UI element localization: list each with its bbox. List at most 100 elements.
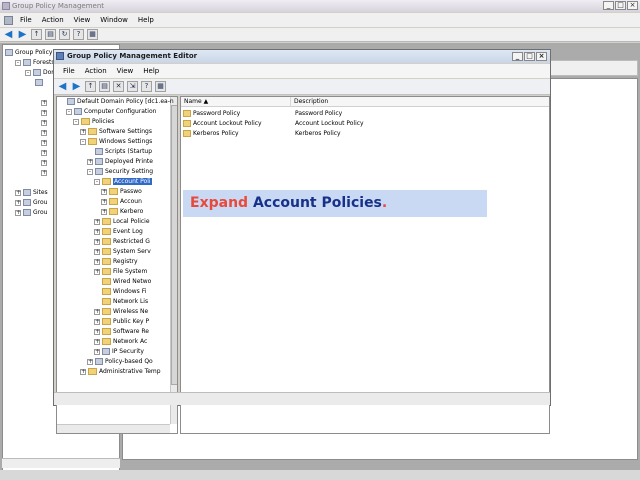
delete-icon[interactable]: ✕ [113,81,124,92]
editor-up-folder-icon[interactable]: ↑ [85,81,96,92]
expand-icon[interactable]: + [41,100,47,106]
expand-icon[interactable]: + [41,130,47,136]
expand-icon[interactable]: + [80,128,86,135]
tree-item[interactable]: - Security Setting [87,167,153,177]
column-header-name[interactable]: Name ▲ [181,97,291,107]
tree-item[interactable]: + Public Key P [94,317,149,327]
collapse-icon[interactable]: - [66,108,72,115]
outer-tree-item[interactable]: + Grou [15,208,47,218]
expand-icon[interactable]: + [94,318,100,325]
tree-item[interactable]: + Policy-based Qo [87,357,153,367]
tree-vertical-scrollbar[interactable] [170,97,177,424]
expand-icon[interactable]: + [94,228,100,235]
expand-icon[interactable]: + [94,328,100,335]
expand-icon[interactable]: + [94,268,100,275]
tree-item[interactable]: +Default Domain Policy [dc1.ea-n [59,97,174,107]
outer-tree-item[interactable] [35,78,45,88]
show-hide-tree-icon[interactable]: ▤ [45,29,56,40]
outer-tree-item[interactable]: - Forests [15,58,55,68]
expand-icon[interactable]: + [41,150,47,156]
expand-icon[interactable]: + [41,170,47,176]
expand-icon[interactable]: + [87,358,93,365]
outer-tree-item[interactable]: + Grou [15,198,47,208]
collapse-icon[interactable]: - [87,168,93,175]
forward-arrow-icon[interactable]: ▶ [17,29,28,40]
collapse-icon[interactable]: - [25,69,31,76]
minimize-button[interactable]: _ [603,1,614,10]
expand-icon[interactable]: + [94,248,100,255]
editor-menu-view[interactable]: View [112,67,139,75]
tree-item[interactable]: - Windows Settings [80,137,152,147]
tree-item[interactable]: + Local Policie [94,217,150,227]
tree-item-selected[interactable]: - Account Poli [94,177,152,187]
tree-item[interactable]: + File System [94,267,147,277]
expand-icon[interactable]: + [41,160,47,166]
tree-item[interactable]: +Scripts (Startup [87,147,152,157]
editor-properties-icon[interactable]: ▦ [155,81,166,92]
tree-item[interactable]: + Accoun [101,197,142,207]
tree-item[interactable]: +Wired Netwo [94,277,151,287]
expand-icon[interactable]: + [41,110,47,116]
expand-icon[interactable]: + [94,338,100,345]
tree-item[interactable]: + IP Security [94,347,144,357]
editor-forward-arrow-icon[interactable]: ▶ [71,81,82,92]
tree-item[interactable]: + Kerbero [101,207,143,217]
tree-item[interactable]: - Computer Configuration [66,107,156,117]
tree-item[interactable]: + Software Re [94,327,149,337]
tree-item[interactable]: +Network Lis [94,297,148,307]
collapse-icon[interactable]: - [94,178,100,185]
expand-icon[interactable]: + [94,238,100,245]
list-item[interactable]: Account Lockout Policy Account Lockout Po… [183,119,364,129]
up-folder-icon[interactable]: ↑ [31,29,42,40]
expand-icon[interactable]: + [94,258,100,265]
tree-item[interactable]: + Network Ac [94,337,147,347]
menu-help[interactable]: Help [133,16,159,24]
tree-item[interactable]: + Deployed Printe [87,157,153,167]
tree-item[interactable]: + Passwo [101,187,142,197]
outer-tree-item[interactable]: + Sites [15,188,48,198]
expand-icon[interactable]: + [15,199,21,206]
back-arrow-icon[interactable]: ◀ [3,29,14,40]
list-item[interactable]: Password Policy Password Policy [183,109,342,119]
properties-icon[interactable]: ▦ [87,29,98,40]
expand-icon[interactable]: + [15,209,21,216]
expand-icon[interactable]: + [15,189,21,196]
editor-back-arrow-icon[interactable]: ◀ [57,81,68,92]
menu-file[interactable]: File [15,16,37,24]
tree-item[interactable]: + Registry [94,257,138,267]
tree-item[interactable]: + Software Settings [80,127,152,137]
menu-window[interactable]: Window [95,16,133,24]
list-item[interactable]: Kerberos Policy Kerberos Policy [183,129,341,139]
tree-item[interactable]: + System Serv [94,247,151,257]
menu-action[interactable]: Action [37,16,69,24]
collapse-icon[interactable]: - [15,59,21,66]
outer-tree-scrollbar[interactable] [2,458,120,468]
editor-console-tree[interactable]: +Default Domain Policy [dc1.ea-n-Compute… [56,96,178,434]
tree-item[interactable]: - Policies [73,117,114,127]
editor-show-hide-tree-icon[interactable]: ▤ [99,81,110,92]
close-button[interactable]: × [627,1,638,10]
help-icon[interactable]: ? [73,29,84,40]
console-icon[interactable] [4,15,13,25]
tree-item[interactable]: + Administrative Temp [80,367,161,377]
editor-maximize-button[interactable]: □ [524,52,535,61]
collapse-icon[interactable]: - [73,118,79,125]
expand-icon[interactable]: + [80,368,86,375]
outer-tree-item[interactable]: Group Policy [5,48,52,58]
editor-help-icon[interactable]: ? [141,81,152,92]
expand-icon[interactable]: + [101,188,107,195]
menu-view[interactable]: View [69,16,96,24]
tree-horizontal-scrollbar[interactable] [57,424,170,433]
collapse-icon[interactable]: - [80,138,86,145]
editor-menu-help[interactable]: Help [138,67,164,75]
expand-icon[interactable]: + [101,198,107,205]
expand-icon[interactable]: + [94,348,100,355]
tree-item[interactable]: +Windows Fi [94,287,146,297]
tree-item[interactable]: + Restricted G [94,237,150,247]
tree-item[interactable]: + Event Log [94,227,143,237]
maximize-button[interactable]: □ [615,1,626,10]
expand-icon[interactable]: + [41,140,47,146]
editor-minimize-button[interactable]: _ [512,52,523,61]
editor-menu-file[interactable]: File [58,67,80,75]
editor-close-button[interactable]: × [536,52,547,61]
